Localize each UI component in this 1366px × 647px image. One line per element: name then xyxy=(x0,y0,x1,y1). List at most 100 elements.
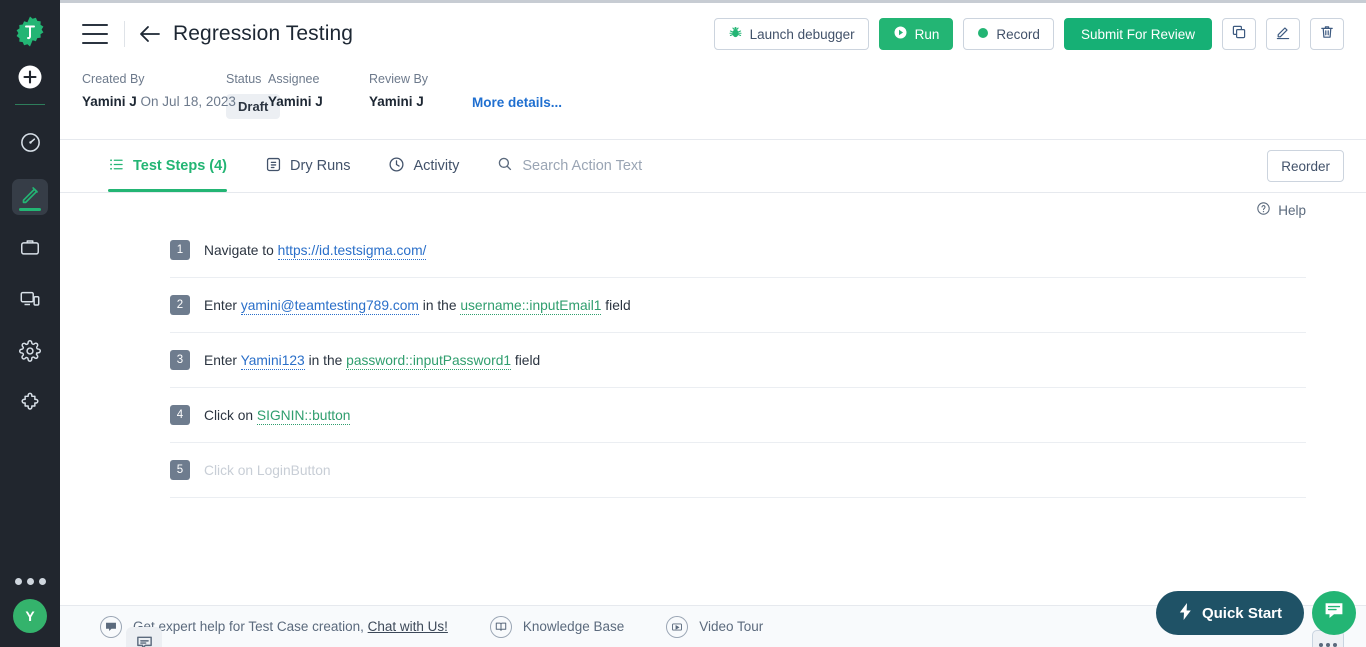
step-value-link[interactable]: yamini@teamtesting789.com xyxy=(241,298,419,315)
speedometer-icon xyxy=(19,131,42,159)
step-text-plain: Enter xyxy=(204,353,241,368)
avatar[interactable]: Y xyxy=(13,599,47,633)
help-button[interactable]: Help xyxy=(1256,201,1306,219)
tab-activity-label: Activity xyxy=(413,158,459,174)
sidebar-item-dashboard[interactable] xyxy=(12,127,48,163)
expert-help-text: Get expert help for Test Case creation, … xyxy=(133,619,448,634)
sidebar-item-settings[interactable] xyxy=(12,335,48,371)
sidebar-item-test-lab[interactable] xyxy=(12,283,48,319)
step-number: 3 xyxy=(170,350,190,370)
sidebar-nav xyxy=(12,127,48,423)
video-tour-label: Video Tour xyxy=(699,619,763,634)
search-action-text-input[interactable]: Search Action Text xyxy=(497,156,642,176)
step-text-plain: Enter xyxy=(204,298,241,313)
list-icon xyxy=(108,156,125,177)
play-icon xyxy=(893,25,908,43)
tab-dry-runs[interactable]: Dry Runs xyxy=(265,140,350,192)
back-arrow-icon[interactable] xyxy=(139,25,161,43)
step-text-plain: field xyxy=(511,353,540,368)
run-button[interactable]: Run xyxy=(879,18,954,50)
step-text: Enter Yamini123 in the password::inputPa… xyxy=(204,353,540,368)
dry-run-icon xyxy=(265,156,282,177)
briefcase-icon xyxy=(19,236,41,263)
testsigma-gear-logo-icon[interactable] xyxy=(10,12,50,52)
more-options-button[interactable] xyxy=(15,578,46,585)
record-button[interactable]: Record xyxy=(963,18,1054,50)
video-tour-item[interactable]: Video Tour xyxy=(666,616,763,638)
comment-button[interactable] xyxy=(126,627,162,647)
chat-widget-button[interactable] xyxy=(1312,591,1356,635)
top-header: Regression Testing Launch debugger xyxy=(60,0,1366,68)
assignee-value: Yamini J xyxy=(268,94,369,109)
trash-icon xyxy=(1319,24,1335,45)
ellipsis-icon xyxy=(1333,643,1337,647)
submit-for-review-button[interactable]: Submit For Review xyxy=(1064,18,1212,50)
new-step-placeholder[interactable]: Click on LoginButton xyxy=(204,463,331,478)
edit-button[interactable] xyxy=(1266,18,1300,50)
ellipsis-icon xyxy=(1326,643,1330,647)
sidebar-item-create-tests[interactable] xyxy=(12,179,48,215)
reorder-button[interactable]: Reorder xyxy=(1267,150,1344,182)
launch-debugger-button[interactable]: Launch debugger xyxy=(714,18,869,50)
test-step-row[interactable]: 4 Click on SIGNIN::button xyxy=(170,388,1306,443)
step-value-link[interactable]: https://id.testsigma.com/ xyxy=(278,243,427,260)
gear-icon xyxy=(19,340,41,367)
book-icon xyxy=(490,616,512,638)
quick-start-label: Quick Start xyxy=(1202,605,1282,622)
sidebar-item-addons[interactable] xyxy=(12,387,48,423)
launch-debugger-label: Launch debugger xyxy=(750,27,855,42)
copy-button[interactable] xyxy=(1222,18,1256,50)
step-element-link[interactable]: SIGNIN::button xyxy=(257,408,351,425)
steps-list: 1 Navigate to https://id.testsigma.com/ … xyxy=(60,223,1366,498)
review-by-value: Yamini J xyxy=(369,94,472,109)
tabs-bar: Test Steps (4) Dry Runs Activity xyxy=(60,140,1366,192)
step-text: Click on SIGNIN::button xyxy=(204,408,350,423)
test-step-row[interactable]: 3 Enter Yamini123 in the password::input… xyxy=(170,333,1306,388)
new-test-step-row[interactable]: 5 Click on LoginButton xyxy=(170,443,1306,498)
hamburger-icon[interactable] xyxy=(82,24,108,44)
sidebar-bottom: Y xyxy=(13,578,47,647)
puzzle-icon xyxy=(19,392,41,419)
ellipsis-icon xyxy=(1319,643,1323,647)
header-actions: Launch debugger Run Record xyxy=(714,18,1344,50)
created-on-date: On Jul 18, 2023 xyxy=(141,94,236,109)
created-by-name: Yamini J xyxy=(82,94,137,109)
record-dot-icon xyxy=(977,27,989,42)
main-area: Regression Testing Launch debugger xyxy=(60,0,1366,647)
devices-icon xyxy=(19,288,41,315)
step-text-plain: in the xyxy=(419,298,460,313)
quick-start-button[interactable]: Quick Start xyxy=(1156,591,1304,635)
edit-pencil-icon xyxy=(1275,24,1291,45)
chat-with-us-link[interactable]: Chat with Us! xyxy=(368,619,448,634)
page-title: Regression Testing xyxy=(173,22,353,46)
knowledge-base-item[interactable]: Knowledge Base xyxy=(490,616,624,638)
step-element-link[interactable]: password::inputPassword1 xyxy=(346,353,511,370)
run-label: Run xyxy=(915,27,940,42)
knowledge-base-label: Knowledge Base xyxy=(523,619,624,634)
delete-button[interactable] xyxy=(1310,18,1344,50)
pencil-icon xyxy=(20,184,41,210)
submit-for-review-label: Submit For Review xyxy=(1081,27,1195,42)
step-text: Navigate to https://id.testsigma.com/ xyxy=(204,243,426,258)
test-steps-panel: Help 1 Navigate to https://id.testsigma.… xyxy=(60,193,1366,605)
help-circle-icon xyxy=(1256,201,1271,219)
sidebar-item-projects[interactable] xyxy=(12,231,48,267)
step-value-link[interactable]: Yamini123 xyxy=(241,353,305,370)
tab-dry-runs-label: Dry Runs xyxy=(290,158,350,174)
step-text-plain: Click on xyxy=(204,408,257,423)
tab-test-steps[interactable]: Test Steps (4) xyxy=(108,140,227,192)
test-step-row[interactable]: 2 Enter yamini@teamtesting789.com in the… xyxy=(170,278,1306,333)
top-scrollbar[interactable] xyxy=(60,0,1366,3)
chat-bubble-icon xyxy=(1323,600,1345,627)
tab-activity[interactable]: Activity xyxy=(388,140,459,192)
lightning-icon xyxy=(1178,603,1193,624)
tab-test-steps-label: Test Steps (4) xyxy=(133,158,227,174)
test-step-row[interactable]: 1 Navigate to https://id.testsigma.com/ xyxy=(170,223,1306,278)
reorder-label: Reorder xyxy=(1281,159,1330,174)
created-by-label: Created By xyxy=(82,72,268,86)
search-placeholder: Search Action Text xyxy=(522,158,642,174)
more-details-link[interactable]: More details... xyxy=(472,95,562,110)
step-text: Enter yamini@teamtesting789.com in the u… xyxy=(204,298,631,313)
step-element-link[interactable]: username::inputEmail1 xyxy=(460,298,601,315)
copy-icon xyxy=(1231,24,1247,45)
